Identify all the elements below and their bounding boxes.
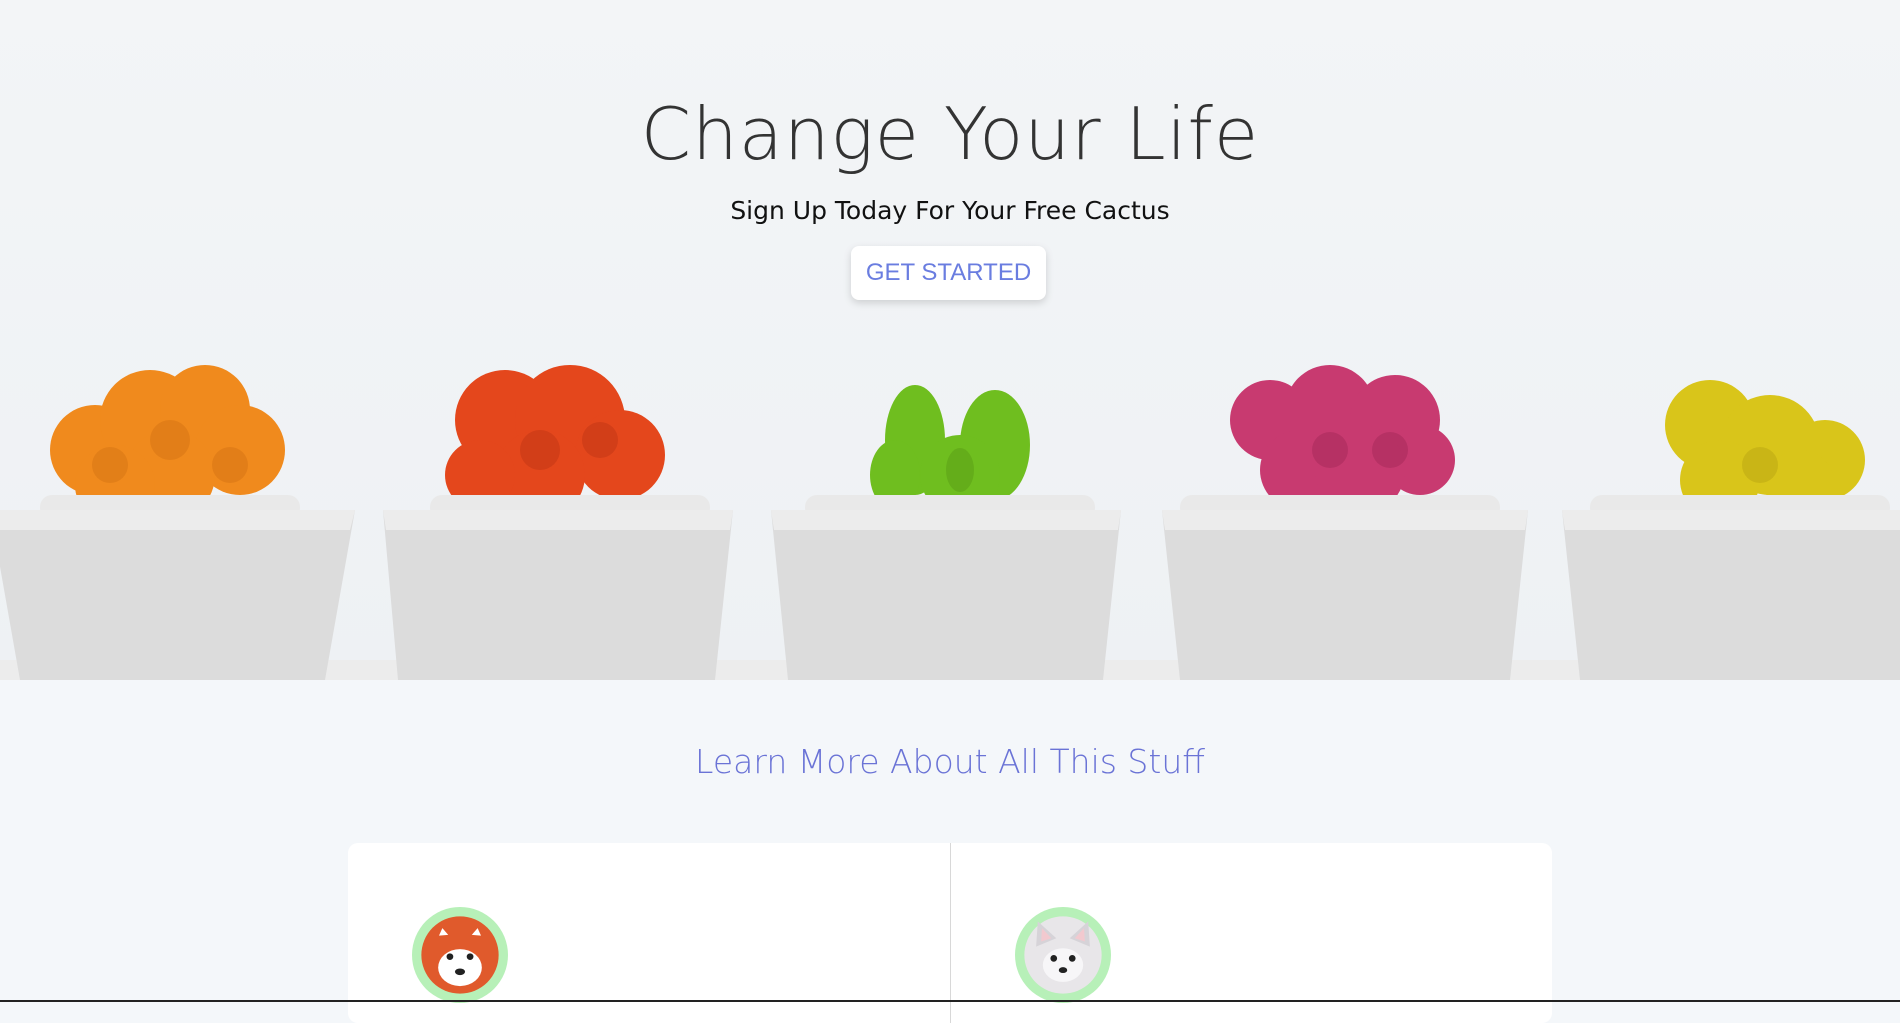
- cactus-pot-5: [1562, 380, 1900, 680]
- feature-card-2: [949, 843, 1553, 1023]
- feature-card-1: [348, 843, 950, 1023]
- avatar: [1014, 907, 1111, 1003]
- chihuahua-icon: [1023, 916, 1102, 994]
- cactus-pot-2: [383, 365, 733, 680]
- get-started-button[interactable]: GET STARTED: [851, 246, 1046, 300]
- avatar: [412, 907, 508, 1003]
- learn-more-heading: Learn More About All This Stuff: [695, 742, 1205, 781]
- cactus-pot-1: [0, 365, 355, 680]
- feature-cards: [348, 843, 1552, 1023]
- cactus-pot-4: [1162, 365, 1528, 680]
- hero-subtitle: Sign Up Today For Your Free Cactus: [730, 196, 1170, 225]
- hero-title: Change Your Life: [640, 92, 1260, 176]
- cactus-pots-photo: [0, 365, 1900, 680]
- hero-section: Change Your Life Sign Up Today For Your …: [0, 0, 1900, 680]
- red-panda-icon: [421, 916, 499, 994]
- cactus-pot-3: [771, 385, 1121, 680]
